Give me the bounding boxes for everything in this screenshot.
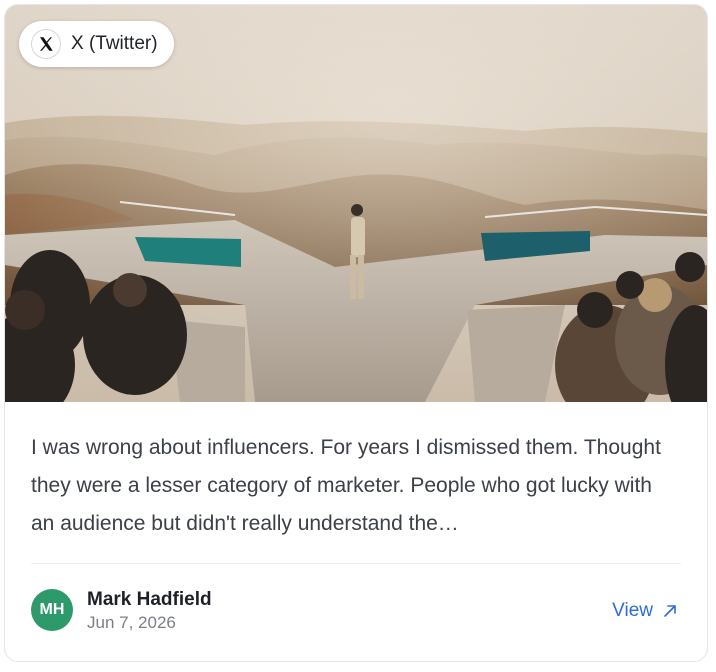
author-name: Mark Hadfield (87, 589, 212, 610)
x-logo-icon (31, 29, 61, 59)
source-label: X (Twitter) (71, 33, 158, 54)
external-arrow-icon (661, 602, 679, 620)
post-card[interactable]: X (Twitter) I was wrong about influencer… (4, 4, 708, 662)
view-button[interactable]: View (612, 600, 679, 622)
divider (31, 563, 681, 564)
post-text: I was wrong about influencers. For years… (31, 436, 661, 535)
source-badge[interactable]: X (Twitter) (19, 21, 174, 67)
post-date: Jun 7, 2026 (87, 613, 176, 632)
view-label: View (612, 600, 653, 621)
avatar: MH (31, 589, 73, 631)
